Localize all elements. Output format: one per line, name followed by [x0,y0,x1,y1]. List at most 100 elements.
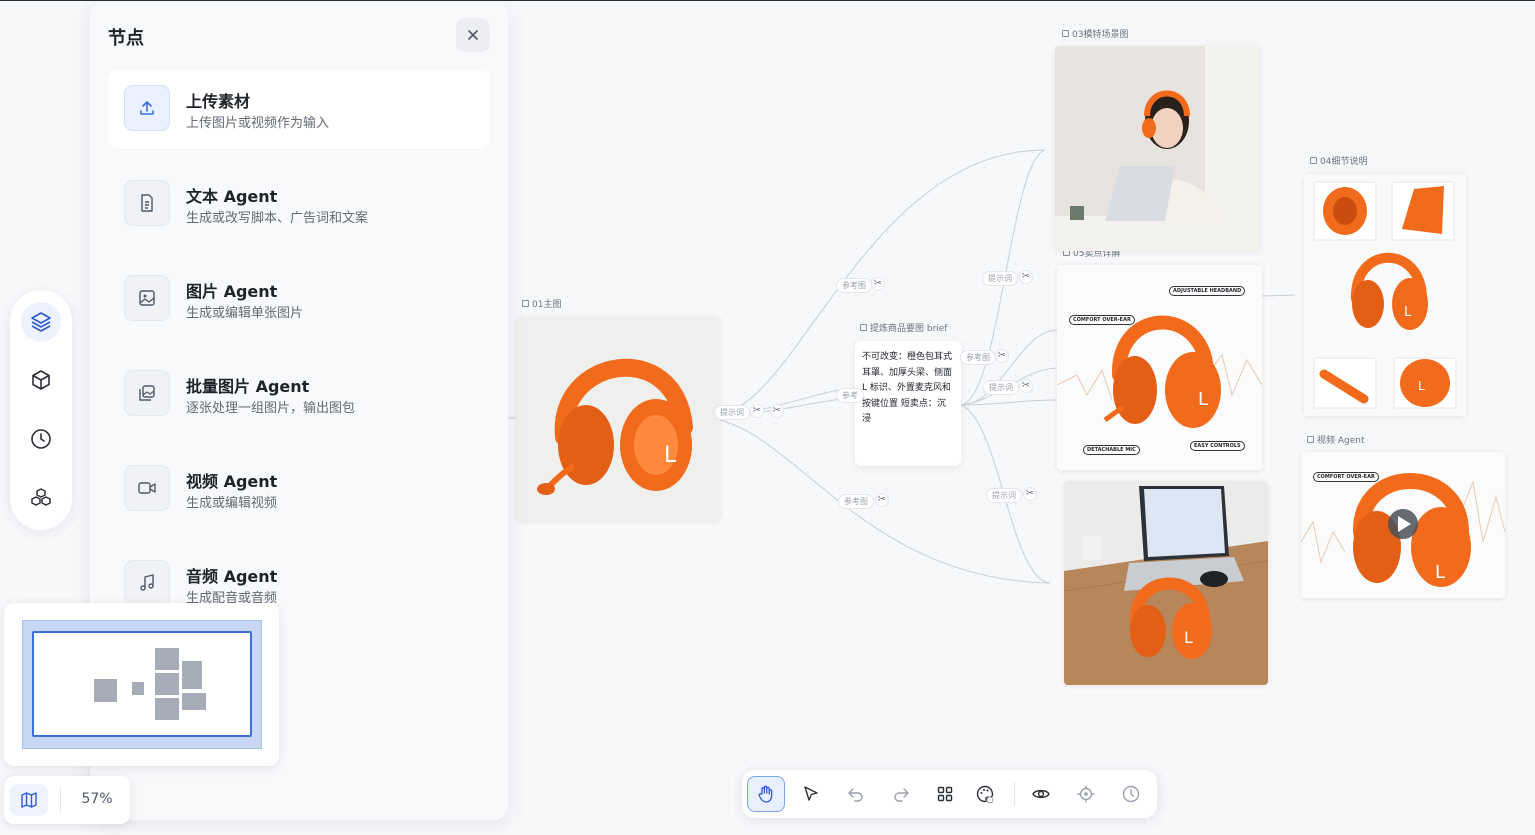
minimap-node [182,661,202,689]
panel-item-batch-image-agent[interactable]: 批量图片 Agent 逐张处理一组图片，输出图包 [108,355,490,433]
headphone-image: L [537,358,693,495]
svg-text:L: L [1184,628,1193,647]
annotation-adjustable: ADJUSTABLE HEADBAND [1169,286,1246,296]
scissors-icon[interactable]: ✂ [871,277,885,291]
tag-ref[interactable]: 参考 [836,388,864,403]
image-icon [124,275,170,321]
preview-button[interactable] [1022,776,1060,812]
svg-text:L: L [1404,305,1412,320]
tag-ref-image[interactable]: 参考图 [838,494,874,509]
eye-icon [1032,789,1050,799]
scissors-icon[interactable]: ✂ [770,404,784,418]
annotation-easy: EASY CONTROLS [1190,441,1245,451]
music-icon [124,560,170,606]
tag-ref-image[interactable]: 参考图 [960,350,996,365]
item-title: 批量图片 Agent [186,377,310,396]
redo-button[interactable] [882,776,920,812]
cube-button[interactable] [21,360,61,400]
scissors-icon[interactable]: ✂ [750,404,764,418]
brief-text: 不可改变：橙色包耳式耳罩、加厚头梁、侧面 L 标识、外置麦克风和按键位置 短卖点… [862,352,953,424]
clock-icon [31,429,51,449]
locate-button[interactable] [1067,776,1105,812]
item-subtitle: 上传图片或视频作为输入 [186,116,330,131]
arrange-button[interactable] [926,776,964,812]
hand-icon [758,785,773,803]
document-icon [124,180,170,226]
zoom-bar: 57% [4,776,130,824]
main-image-node[interactable]: L [516,317,720,521]
blocks-button[interactable] [21,478,61,518]
history-button[interactable] [1112,776,1150,812]
bottom-toolbar [742,770,1157,818]
grid-icon [937,786,953,802]
node-label-video: 视频 Agent [1307,433,1365,446]
minimap-node [94,679,117,702]
palette-icon [976,785,994,804]
minimap-node [155,648,179,670]
svg-text:L: L [1418,379,1425,393]
history-button[interactable] [21,419,61,459]
redo-icon [894,788,909,802]
svg-text:L: L [1435,562,1445,583]
history-icon [1122,785,1140,803]
scissors-icon[interactable]: ✂ [875,493,889,507]
select-tool-button[interactable] [792,776,830,812]
cube-icon [32,370,50,390]
panel-item-upload[interactable]: 上传素材 上传图片或视频作为输入 [108,70,490,148]
minimap-area [22,620,262,749]
minimap-toggle-button[interactable] [10,784,48,816]
scene-image-node[interactable] [1055,46,1260,251]
detail-image-node[interactable]: L L [1304,174,1466,416]
divider [60,788,61,812]
undo-icon [848,788,863,802]
item-subtitle: 逐张处理一组图片，输出图包 [186,401,356,416]
panel-item-text-agent[interactable]: 文本 Agent 生成或改写脚本、广告词和文案 [108,165,490,243]
tag-ref-image[interactable]: 参考图 [836,278,872,293]
minimap[interactable] [4,603,279,766]
undo-button[interactable] [837,776,875,812]
minimap-viewport[interactable] [32,631,252,737]
upload-icon [124,85,170,131]
scissors-icon[interactable]: ✂ [1019,379,1033,393]
hand-tool-button[interactable] [747,776,785,812]
close-button[interactable] [456,18,490,52]
scissors-icon[interactable]: ✂ [1023,487,1037,501]
tag-prompt[interactable]: 提示词 [986,488,1022,503]
panel-item-video-agent[interactable]: 视频 Agent 生成或编辑视频 [108,450,490,528]
item-title: 上传素材 [186,92,251,111]
zoom-level[interactable]: 57% [72,791,122,807]
video-icon [124,465,170,511]
selling-image-node[interactable]: L ADJUSTABLE HEADBAND COMFORT OVER-EAR D… [1057,265,1262,470]
panel-title: 节点 [108,28,144,49]
map-icon [21,792,37,808]
panel-item-image-agent[interactable]: 图片 Agent 生成或编辑单张图片 [108,260,490,338]
video-annotation: COMFORT OVER-EAR [1313,472,1379,482]
theme-button[interactable] [966,776,1004,812]
images-icon [124,370,170,416]
video-node[interactable]: L COMFORT OVER-EAR [1301,452,1505,598]
item-title: 视频 Agent [186,472,278,491]
close-icon [468,30,478,40]
scissors-icon[interactable]: ✂ [995,349,1009,363]
brief-card[interactable]: 不可改变：橙色包耳式耳罩、加厚头梁、侧面 L 标识、外置麦克风和按键位置 短卖点… [855,341,961,466]
node-label-brief: 提炼商品要图 brief [860,321,947,334]
tag-prompt[interactable]: 提示词 [983,380,1019,395]
svg-text:L: L [1198,389,1208,410]
annotation-detachable: DETACHABLE MIC [1083,445,1140,455]
item-title: 图片 Agent [186,282,278,301]
tag-prompt[interactable]: 提示词 [714,405,750,420]
minimap-node [155,698,179,720]
layers-button[interactable] [21,302,61,342]
node-label-scene: 03模特场景图 [1062,27,1128,40]
minimap-node [132,682,144,695]
node-label-main: 01主图 [522,297,561,310]
minimap-node [155,673,179,695]
pointer-icon [804,786,818,801]
layers-icon [31,312,51,332]
scissors-icon[interactable]: ✂ [1019,270,1033,284]
tag-prompt[interactable]: 提示词 [982,271,1018,286]
minimap-node [182,693,206,710]
locate-icon [1077,785,1095,803]
svg-text:L: L [664,443,677,468]
desk-image-node[interactable]: L [1064,481,1268,685]
